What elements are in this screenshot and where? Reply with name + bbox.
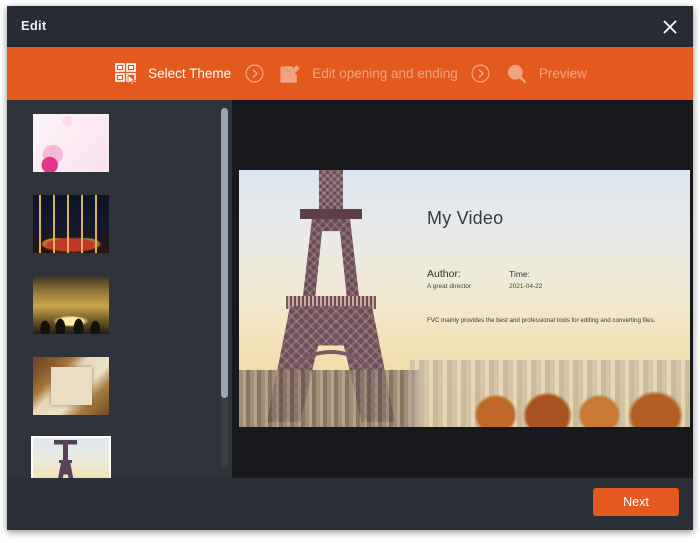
slide-title-area: My Video	[427, 208, 666, 229]
autumn-trees	[473, 385, 690, 427]
theme-thumbnail-christmas-parchment[interactable]	[31, 355, 111, 417]
preview-panel: My Video Author: A great director Time: …	[232, 100, 693, 478]
theme-thumbnail-cupcake[interactable]	[31, 112, 111, 174]
slide-author-label: Author:	[427, 268, 461, 280]
slide-time-value: 2021-04-22	[509, 283, 543, 290]
step-edit-opening-ending-label: Edit opening and ending	[312, 66, 458, 81]
edit-pencil-icon	[277, 61, 303, 87]
theme-grid	[31, 112, 216, 478]
cupcake-theme-art	[33, 114, 109, 172]
step-select-theme[interactable]: Select Theme	[113, 61, 231, 87]
theme-grid-icon	[113, 61, 139, 87]
slide-title: My Video	[427, 208, 504, 228]
next-button[interactable]: Next	[593, 488, 679, 516]
step-select-theme-label: Select Theme	[148, 66, 232, 81]
slide-description: FVC mainly provides the best and profess…	[427, 317, 656, 324]
step-preview[interactable]: Preview	[504, 61, 587, 87]
preview-frame[interactable]: My Video Author: A great director Time: …	[239, 170, 690, 427]
step-toolbar: Select Theme Edit opening and ending Pre…	[7, 47, 693, 100]
title-bar: Edit	[7, 6, 693, 47]
theme-scrollbar-thumb[interactable]	[221, 108, 228, 398]
candles-theme-art	[33, 195, 109, 253]
close-icon[interactable]	[657, 14, 683, 40]
magnifier-icon	[504, 61, 530, 87]
step-edit-opening-ending[interactable]: Edit opening and ending	[277, 61, 458, 87]
slide-time-label: Time:	[509, 269, 531, 279]
step-preview-label: Preview	[538, 66, 587, 81]
slide-meta: Author: A great director Time: 2021-04-2…	[427, 268, 580, 293]
theme-thumbnail-family-sunset[interactable]	[31, 274, 111, 336]
slide-time-block: Time: 2021-04-22	[509, 268, 542, 293]
theme-thumbnail-candles[interactable]	[31, 193, 111, 255]
chevron-right-circle-icon-2	[471, 64, 491, 84]
theme-list-panel	[7, 100, 232, 478]
opening-slide: My Video Author: A great director Time: …	[239, 170, 690, 427]
theme-thumbnail-eiffel-tower[interactable]	[31, 436, 111, 478]
window-title: Edit	[21, 18, 47, 33]
slide-author-value: A great director	[427, 283, 472, 290]
theme-scrollbar-track[interactable]	[221, 108, 228, 468]
footer-bar: Next	[7, 478, 693, 530]
eiffel-tower-photo	[239, 170, 420, 427]
edit-window: Edit Select Theme Edit opening and endin…	[7, 6, 693, 530]
content-area: My Video Author: A great director Time: …	[7, 100, 693, 530]
slide-author-block: Author: A great director	[427, 268, 471, 293]
chevron-right-circle-icon-1	[244, 64, 264, 84]
